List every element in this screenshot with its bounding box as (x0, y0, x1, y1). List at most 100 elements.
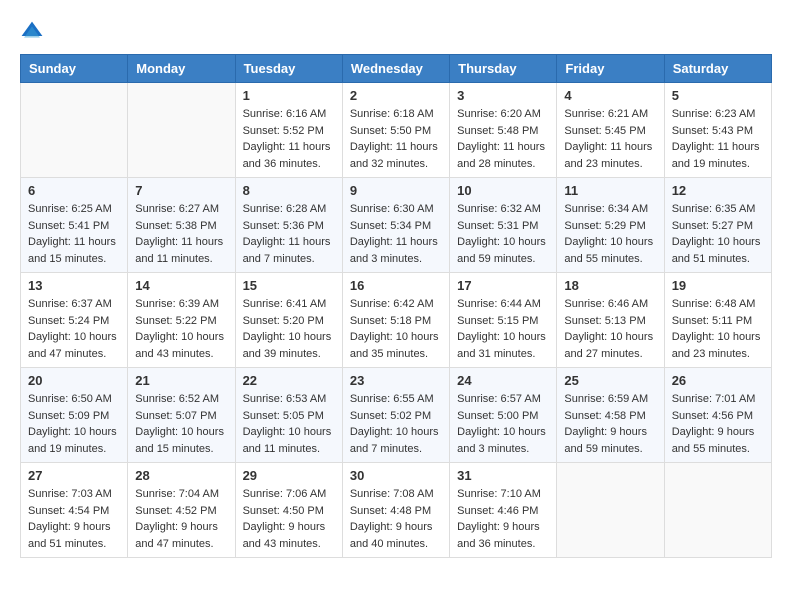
day-info: Sunrise: 6:32 AMSunset: 5:31 PMDaylight:… (457, 201, 549, 267)
calendar-cell: 15 Sunrise: 6:41 AMSunset: 5:20 PMDayligh… (235, 273, 342, 368)
calendar-header-row: SundayMondayTuesdayWednesdayThursdayFrid… (21, 55, 772, 83)
calendar-cell: 4 Sunrise: 6:21 AMSunset: 5:45 PMDaylight… (557, 83, 664, 178)
day-info: Sunrise: 6:46 AMSunset: 5:13 PMDaylight:… (564, 296, 656, 362)
calendar-cell: 27Sunrise: 7:03 AMSunset: 4:54 PMDayligh… (21, 463, 128, 558)
calendar-cell: 11Sunrise: 6:34 AMSunset: 5:29 PMDayligh… (557, 178, 664, 273)
day-number: 21 (135, 373, 227, 388)
day-info: Sunrise: 6:44 AMSunset: 5:15 PMDaylight:… (457, 296, 549, 362)
day-number: 19 (672, 278, 764, 293)
calendar-cell: 20Sunrise: 6:50 AMSunset: 5:09 PMDayligh… (21, 368, 128, 463)
weekday-header: Friday (557, 55, 664, 83)
day-info: Sunrise: 6:59 AMSunset: 4:58 PMDaylight:… (564, 391, 656, 457)
day-number: 13 (28, 278, 120, 293)
calendar-cell (557, 463, 664, 558)
day-number: 29 (243, 468, 335, 483)
calendar-cell: 2 Sunrise: 6:18 AMSunset: 5:50 PMDaylight… (342, 83, 449, 178)
day-info: Sunrise: 6:30 AMSunset: 5:34 PMDaylight:… (350, 201, 442, 267)
day-info: Sunrise: 6:28 AMSunset: 5:36 PMDaylight:… (243, 201, 335, 267)
day-number: 4 (564, 88, 656, 103)
day-number: 6 (28, 183, 120, 198)
day-number: 8 (243, 183, 335, 198)
calendar-cell: 16 Sunrise: 6:42 AMSunset: 5:18 PMDayligh… (342, 273, 449, 368)
calendar-cell: 6 Sunrise: 6:25 AMSunset: 5:41 PMDaylight… (21, 178, 128, 273)
day-number: 23 (350, 373, 442, 388)
day-number: 1 (243, 88, 335, 103)
day-number: 12 (672, 183, 764, 198)
calendar-week-row: 13 Sunrise: 6:37 AMSunset: 5:24 PMDayligh… (21, 273, 772, 368)
day-info: Sunrise: 7:10 AMSunset: 4:46 PMDaylight:… (457, 486, 549, 552)
day-info: Sunrise: 6:53 AMSunset: 5:05 PMDaylight:… (243, 391, 335, 457)
day-info: Sunrise: 6:50 AMSunset: 5:09 PMDaylight:… (28, 391, 120, 457)
day-info: Sunrise: 6:37 AMSunset: 5:24 PMDaylight:… (28, 296, 120, 362)
day-info: Sunrise: 6:27 AMSunset: 5:38 PMDaylight:… (135, 201, 227, 267)
calendar-cell: 28 Sunrise: 7:04 AMSunset: 4:52 PMDayligh… (128, 463, 235, 558)
calendar-cell: 26 Sunrise: 7:01 AMSunset: 4:56 PMDayligh… (664, 368, 771, 463)
day-number: 3 (457, 88, 549, 103)
day-number: 7 (135, 183, 227, 198)
calendar-cell: 8 Sunrise: 6:28 AMSunset: 5:36 PMDaylight… (235, 178, 342, 273)
calendar-cell (128, 83, 235, 178)
calendar-cell: 9 Sunrise: 6:30 AMSunset: 5:34 PMDaylight… (342, 178, 449, 273)
day-info: Sunrise: 6:18 AMSunset: 5:50 PMDaylight:… (350, 106, 442, 172)
calendar-cell: 23 Sunrise: 6:55 AMSunset: 5:02 PMDayligh… (342, 368, 449, 463)
weekday-header: Tuesday (235, 55, 342, 83)
calendar-cell: 10 Sunrise: 6:32 AMSunset: 5:31 PMDayligh… (450, 178, 557, 273)
calendar-week-row: 27Sunrise: 7:03 AMSunset: 4:54 PMDayligh… (21, 463, 772, 558)
calendar-cell: 17Sunrise: 6:44 AMSunset: 5:15 PMDayligh… (450, 273, 557, 368)
day-number: 18 (564, 278, 656, 293)
calendar-cell: 22Sunrise: 6:53 AMSunset: 5:05 PMDayligh… (235, 368, 342, 463)
day-number: 27 (28, 468, 120, 483)
day-info: Sunrise: 6:35 AMSunset: 5:27 PMDaylight:… (672, 201, 764, 267)
day-number: 31 (457, 468, 549, 483)
weekday-header: Wednesday (342, 55, 449, 83)
day-info: Sunrise: 6:25 AMSunset: 5:41 PMDaylight:… (28, 201, 120, 267)
calendar-cell: 18 Sunrise: 6:46 AMSunset: 5:13 PMDayligh… (557, 273, 664, 368)
day-info: Sunrise: 6:55 AMSunset: 5:02 PMDaylight:… (350, 391, 442, 457)
calendar-cell: 13 Sunrise: 6:37 AMSunset: 5:24 PMDayligh… (21, 273, 128, 368)
day-info: Sunrise: 7:04 AMSunset: 4:52 PMDaylight:… (135, 486, 227, 552)
calendar-cell: 25 Sunrise: 6:59 AMSunset: 4:58 PMDayligh… (557, 368, 664, 463)
calendar-cell: 3 Sunrise: 6:20 AMSunset: 5:48 PMDaylight… (450, 83, 557, 178)
calendar-cell: 7 Sunrise: 6:27 AMSunset: 5:38 PMDaylight… (128, 178, 235, 273)
calendar-cell: 19 Sunrise: 6:48 AMSunset: 5:11 PMDayligh… (664, 273, 771, 368)
day-info: Sunrise: 6:34 AMSunset: 5:29 PMDaylight:… (564, 201, 656, 267)
calendar-table: SundayMondayTuesdayWednesdayThursdayFrid… (20, 54, 772, 558)
day-info: Sunrise: 6:41 AMSunset: 5:20 PMDaylight:… (243, 296, 335, 362)
day-number: 25 (564, 373, 656, 388)
day-number: 5 (672, 88, 764, 103)
calendar-week-row: 6 Sunrise: 6:25 AMSunset: 5:41 PMDaylight… (21, 178, 772, 273)
weekday-header: Saturday (664, 55, 771, 83)
day-info: Sunrise: 6:42 AMSunset: 5:18 PMDaylight:… (350, 296, 442, 362)
calendar-cell: 14 Sunrise: 6:39 AMSunset: 5:22 PMDayligh… (128, 273, 235, 368)
calendar-cell: 24 Sunrise: 6:57 AMSunset: 5:00 PMDayligh… (450, 368, 557, 463)
day-info: Sunrise: 6:48 AMSunset: 5:11 PMDaylight:… (672, 296, 764, 362)
day-info: Sunrise: 6:21 AMSunset: 5:45 PMDaylight:… (564, 106, 656, 172)
calendar-cell: 30Sunrise: 7:08 AMSunset: 4:48 PMDayligh… (342, 463, 449, 558)
day-number: 14 (135, 278, 227, 293)
day-number: 15 (243, 278, 335, 293)
day-number: 26 (672, 373, 764, 388)
calendar-cell: 29 Sunrise: 7:06 AMSunset: 4:50 PMDayligh… (235, 463, 342, 558)
calendar-cell: 1 Sunrise: 6:16 AMSunset: 5:52 PMDaylight… (235, 83, 342, 178)
logo-icon (20, 20, 44, 44)
weekday-header: Sunday (21, 55, 128, 83)
day-info: Sunrise: 7:01 AMSunset: 4:56 PMDaylight:… (672, 391, 764, 457)
day-info: Sunrise: 6:16 AMSunset: 5:52 PMDaylight:… (243, 106, 335, 172)
page-header (20, 20, 772, 44)
day-number: 24 (457, 373, 549, 388)
day-number: 10 (457, 183, 549, 198)
day-info: Sunrise: 6:20 AMSunset: 5:48 PMDaylight:… (457, 106, 549, 172)
calendar-cell: 5Sunrise: 6:23 AMSunset: 5:43 PMDaylight… (664, 83, 771, 178)
day-number: 28 (135, 468, 227, 483)
calendar-week-row: 20Sunrise: 6:50 AMSunset: 5:09 PMDayligh… (21, 368, 772, 463)
day-info: Sunrise: 6:39 AMSunset: 5:22 PMDaylight:… (135, 296, 227, 362)
day-info: Sunrise: 6:57 AMSunset: 5:00 PMDaylight:… (457, 391, 549, 457)
day-number: 16 (350, 278, 442, 293)
weekday-header: Monday (128, 55, 235, 83)
weekday-header: Thursday (450, 55, 557, 83)
day-number: 2 (350, 88, 442, 103)
day-info: Sunrise: 7:06 AMSunset: 4:50 PMDaylight:… (243, 486, 335, 552)
calendar-cell: 31 Sunrise: 7:10 AMSunset: 4:46 PMDayligh… (450, 463, 557, 558)
day-number: 30 (350, 468, 442, 483)
day-number: 9 (350, 183, 442, 198)
